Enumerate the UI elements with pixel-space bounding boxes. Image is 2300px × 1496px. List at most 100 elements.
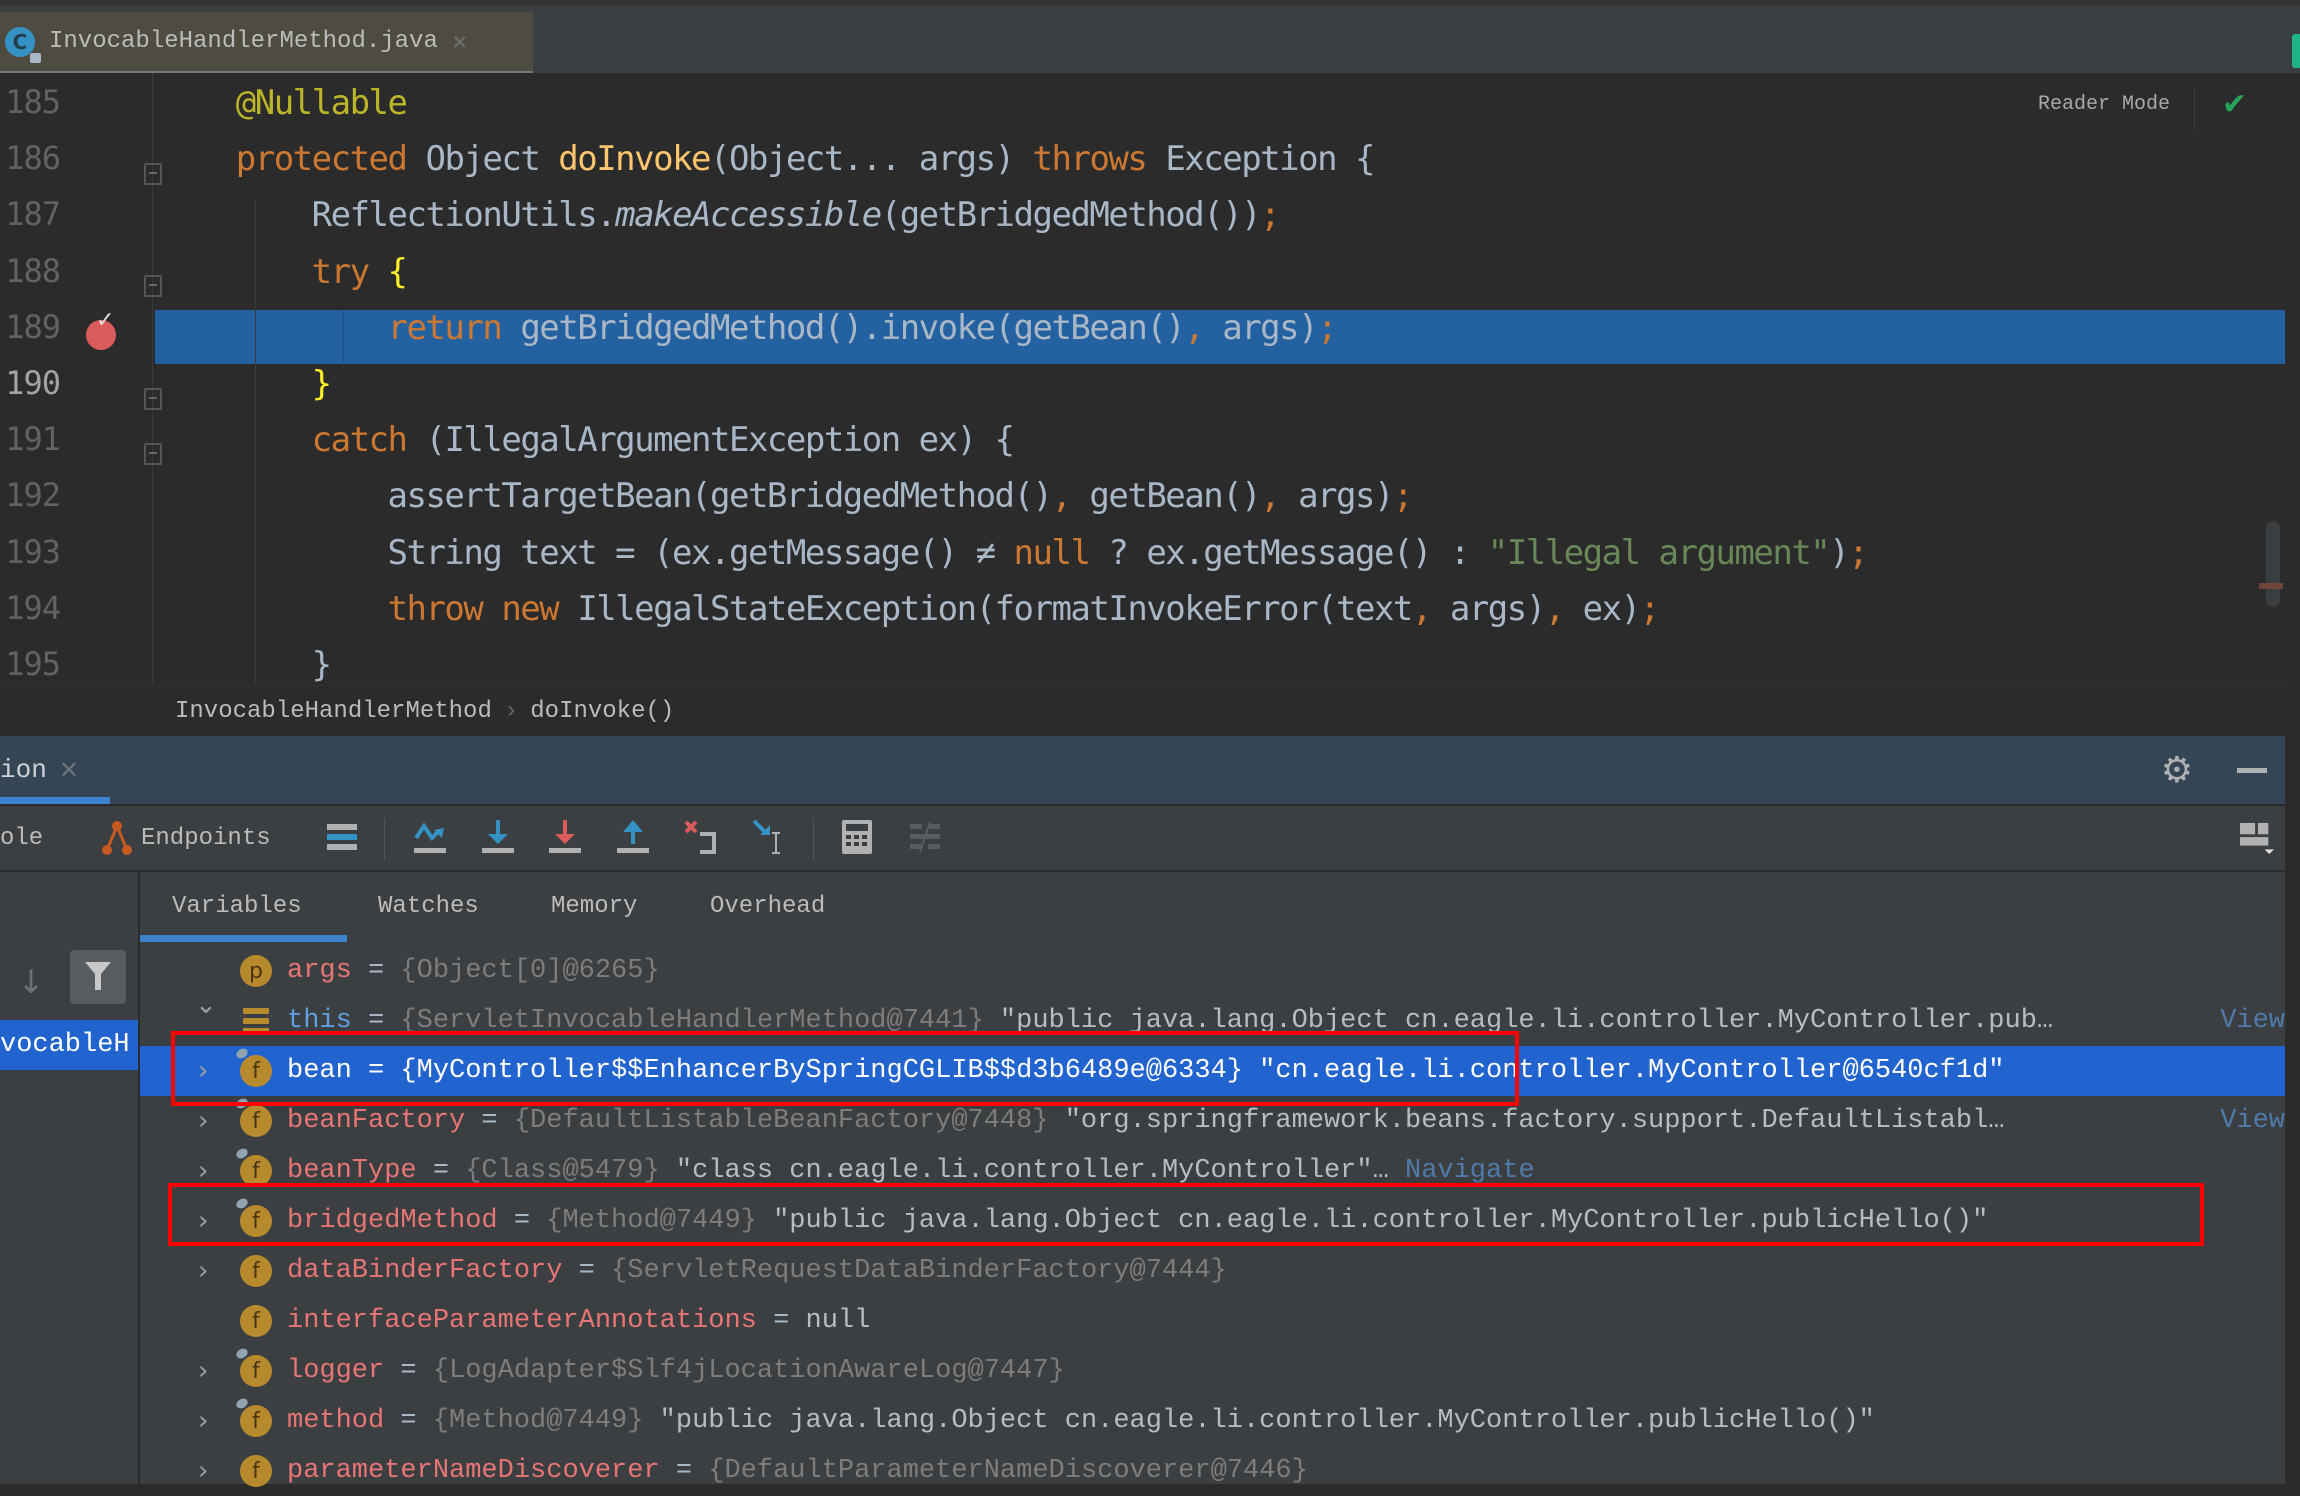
step-out-icon[interactable] [616,820,650,854]
step-over-icon[interactable] [413,820,447,854]
trace-current-stream-icon[interactable] [908,820,942,854]
code-line[interactable]: @Nullable [84,75,408,131]
variable-row[interactable]: › f dataBinderFactory = {ServletRequestDat… [140,1246,2285,1296]
navigate-link[interactable]: Navigate [1389,1156,1535,1186]
drop-frame-icon[interactable] [684,820,718,854]
variable-row[interactable]: › f beanType = {Class@5479} "class cn.eagl… [140,1146,2285,1196]
fold-marker[interactable] [144,163,162,185]
variable-row[interactable]: › f method = {Method@7449} "public java.la… [140,1396,2285,1446]
code-line[interactable]: } [84,356,332,412]
line-number[interactable]: 187 [0,195,61,233]
line-number[interactable]: 189 [0,308,61,346]
line-number[interactable]: 192 [0,476,61,514]
file-tab[interactable]: C InvocableHandlerMethod.java × [0,12,533,77]
debug-session-tab[interactable]: ion ✕ [0,736,79,804]
code-line[interactable]: } [84,637,332,685]
code-token: , [1051,476,1071,517]
code-line[interactable]: try { [84,244,408,300]
variables-tree: p args = {Object[0]@6265} ⌄ this = {Servlet… [140,942,2285,1487]
tab-overhead[interactable]: Overhead [710,872,825,940]
layout-settings-icon[interactable] [2240,822,2274,856]
arrow-down-icon[interactable]: ↓ [14,958,48,1006]
editor-scrollbar[interactable] [2266,521,2280,607]
variable-row[interactable]: › f logger = {LogAdapter$Slf4jLocationAwar… [140,1346,2285,1396]
variable-row[interactable]: f interfaceParameterAnnotations = null [140,1296,2285,1346]
evaluate-expression-icon[interactable] [840,820,874,854]
debug-tool-window-header: ion ✕ ⚙ [0,736,2285,804]
line-number[interactable]: 194 [0,589,61,627]
chevron-right-icon[interactable]: › [198,1056,208,1086]
equals-sign: = [351,1056,401,1086]
breadcrumb-class[interactable]: InvocableHandlerMethod [175,698,492,725]
variable-row[interactable]: › f bridgedMethod = {Method@7449} "public … [140,1196,2285,1246]
tab-variables[interactable]: Variables [172,872,302,940]
endpoints-tab[interactable]: Endpoints [97,806,271,870]
error-stripe-mark[interactable] [2259,583,2283,589]
step-into-icon[interactable] [481,820,515,854]
gear-icon[interactable]: ⚙ [2161,750,2193,791]
code-line[interactable]: String text = (ex.getMessage() ≠ null ? … [84,525,1869,581]
close-icon[interactable]: × [452,27,468,57]
minimize-icon[interactable] [2237,768,2267,773]
run-to-cursor-icon[interactable] [752,819,786,854]
variable-row[interactable]: p args = {Object[0]@6265} [140,946,2285,996]
tab-watches[interactable]: Watches [378,872,479,940]
code-line[interactable]: ReflectionUtils.makeAccessible(getBridge… [84,187,1281,243]
code-token: "Illegal argument" [1487,532,1831,573]
lock-icon [30,52,41,63]
chevron-right-icon[interactable]: › [198,1106,208,1136]
line-number[interactable]: 186 [0,139,61,177]
variable-text: beanFactory = {DefaultListableBeanFactor… [287,1106,2005,1136]
breadcrumb-method[interactable]: doInvoke() [530,698,674,725]
field-icon: f [240,1255,272,1287]
chevron-right-icon[interactable]: › [198,1156,208,1186]
line-number[interactable]: 190 [0,364,61,402]
code-token: String text = (ex.getMessage() ≠ [84,532,1014,573]
show-execution-point-icon[interactable] [325,820,359,854]
chevron-right-icon[interactable]: › [198,1406,208,1436]
code-line[interactable]: protected Object doInvoke(Object... args… [84,131,1376,187]
variable-type: {DefaultListableBeanFactory@7448} [513,1106,1065,1136]
line-number[interactable]: 188 [0,252,61,290]
chevron-right-icon[interactable]: › [198,1456,208,1486]
force-step-into-icon[interactable] [548,820,582,854]
variable-name: bridgedMethod [287,1206,498,1236]
line-number[interactable]: 193 [0,533,61,571]
code-editor[interactable]: 185 186 187 188 189 190 191 192 193 194 195 @Nulla… [0,73,2285,685]
code-line[interactable]: return getBridgedMethod().invoke(getBean… [84,300,1338,356]
fold-marker[interactable] [144,443,162,465]
variable-row[interactable]: › f parameterNameDiscoverer = {DefaultPara… [140,1446,2285,1496]
view-link[interactable]: View [2220,1106,2285,1136]
divider [2194,87,2195,131]
code-token: ; [1392,476,1413,517]
close-icon[interactable]: ✕ [59,756,79,784]
equals-sign: = [384,1356,433,1386]
chevron-right-icon[interactable]: › [198,1256,208,1286]
code-line[interactable]: throw new IllegalStateException(formatIn… [84,581,1661,637]
chevron-right-icon[interactable]: › [198,1356,208,1386]
view-link[interactable]: View [2220,1006,2285,1036]
variable-row[interactable]: › f beanFactory = {DefaultListableBeanFact… [140,1096,2285,1146]
line-number[interactable]: 195 [0,645,61,683]
variable-row[interactable]: ⌄ this = {ServletInvocableHandlerMethod@7… [140,990,2285,1046]
fold-marker[interactable] [144,388,162,410]
code-line[interactable]: assertTargetBean(getBridgedMethod(), get… [84,468,1414,524]
reader-mode-button[interactable]: Reader Mode [2038,93,2170,116]
code-line[interactable]: catch (IllegalArgumentException ex) { [84,412,1015,468]
variable-row[interactable]: › f bean = {MyController$$EnhancerBySpring… [140,1046,2285,1096]
chevron-down-icon[interactable]: ⌄ [195,990,217,1020]
code-token: IllegalStateException(formatInvokeError(… [558,588,1413,629]
tab-memory[interactable]: Memory [551,872,637,940]
line-number[interactable]: 191 [0,420,61,458]
fold-marker[interactable] [144,275,162,297]
inspection-ok-icon[interactable]: ✔ [2222,87,2247,122]
console-tab[interactable]: ole [0,806,43,870]
line-number[interactable]: 185 [0,83,61,121]
field-icon: f [240,1155,272,1187]
chevron-right-icon[interactable]: › [198,1206,208,1236]
filter-icon[interactable] [70,950,126,1004]
breakpoint-icon[interactable] [86,308,116,350]
selected-frame[interactable]: vocableH [0,1020,138,1070]
code-token: getBridgedMethod().invoke(getBean() [501,307,1185,348]
